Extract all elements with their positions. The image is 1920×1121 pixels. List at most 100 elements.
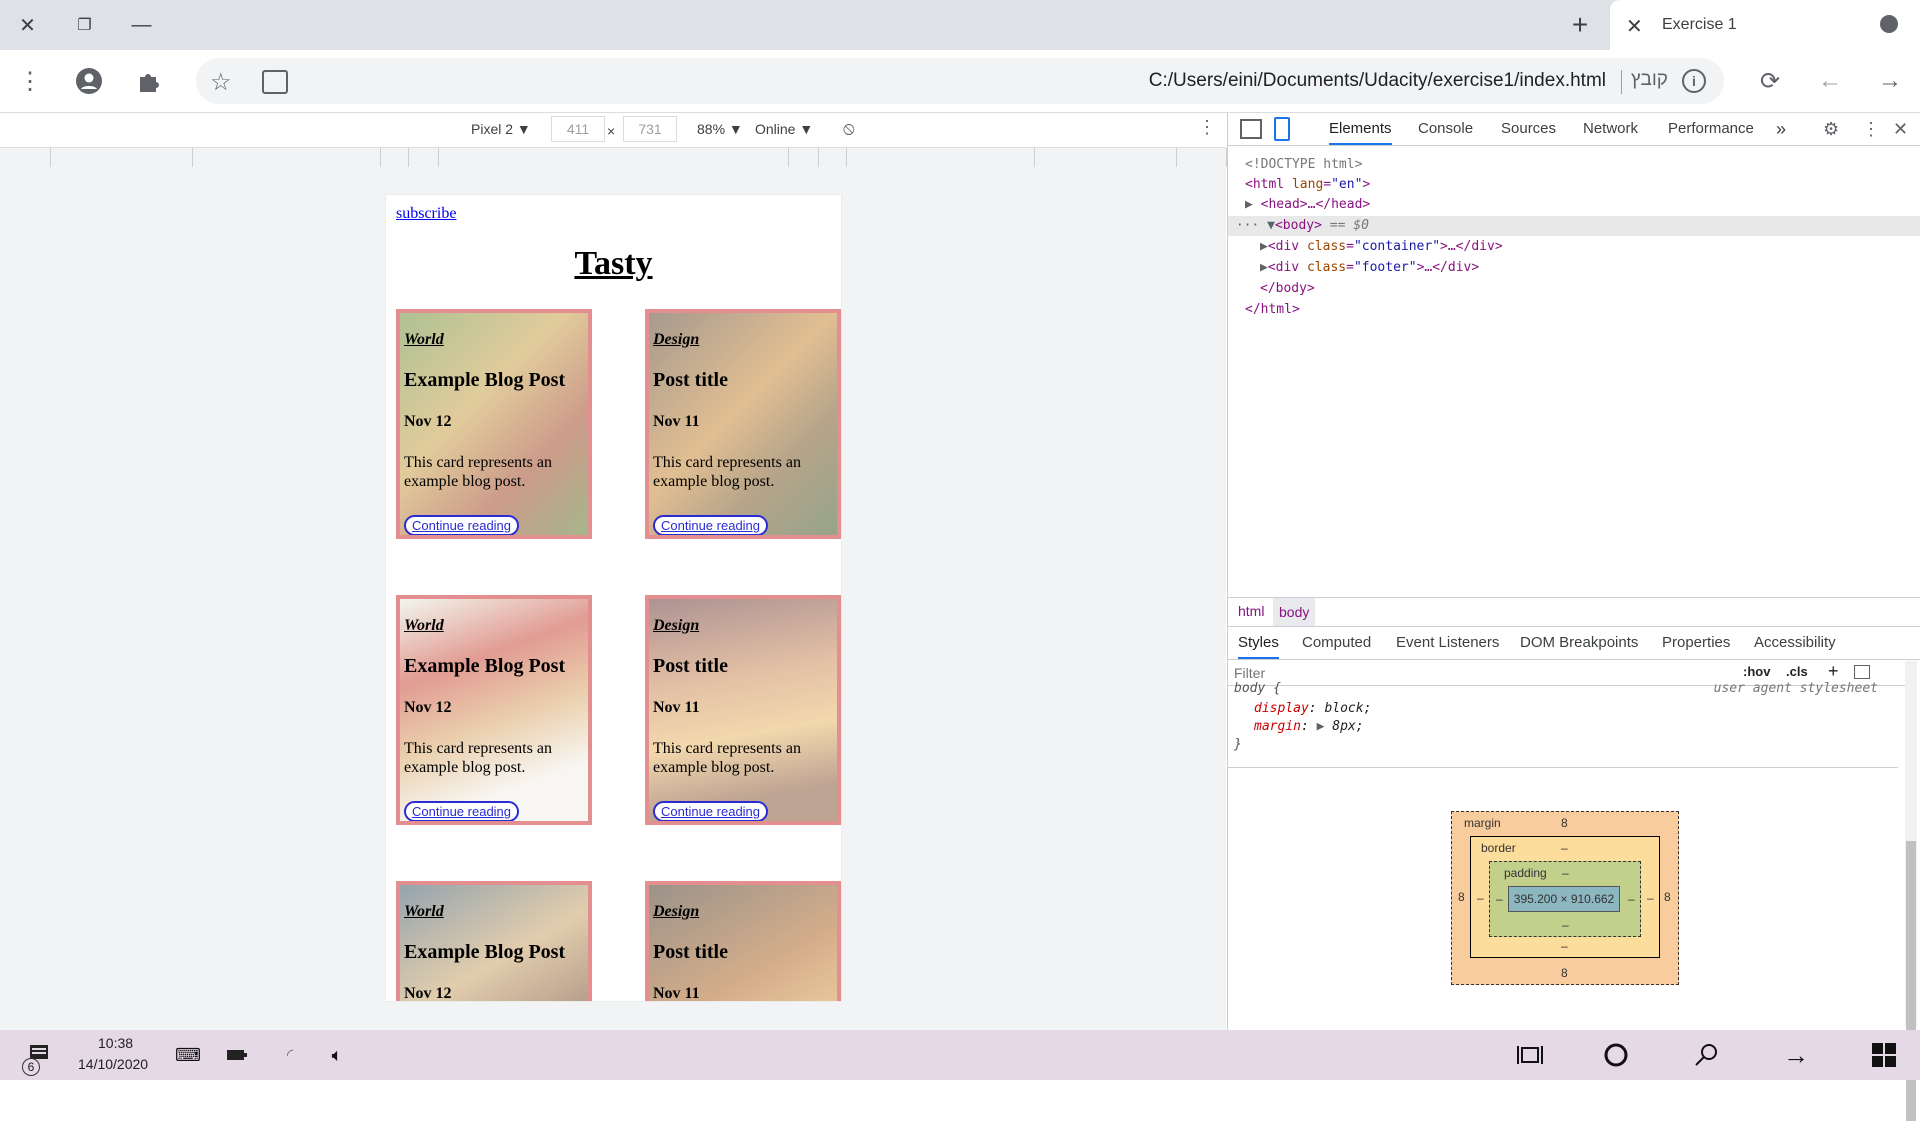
- tab-event-listeners[interactable]: Event Listeners: [1396, 627, 1499, 659]
- rule-margin[interactable]: margin: ▶ 8px;: [1254, 719, 1364, 734]
- padding-top-value[interactable]: –: [1562, 866, 1569, 880]
- translate-icon[interactable]: [262, 70, 288, 94]
- site-brand[interactable]: Tasty: [386, 245, 841, 283]
- breadcrumb-html[interactable]: html: [1238, 603, 1264, 619]
- dom-body-selected[interactable]: ··· ▼<body> == $0: [1228, 216, 1920, 236]
- windows-start-icon[interactable]: [1864, 1030, 1904, 1080]
- tab-styles[interactable]: Styles: [1238, 627, 1279, 659]
- box-model-padding[interactable]: padding – – – – 395.200 × 910.662: [1489, 861, 1641, 937]
- forward-arrow-icon[interactable]: →: [1865, 50, 1915, 112]
- cls-toggle[interactable]: .cls: [1786, 664, 1808, 679]
- toggle-sidebar-icon[interactable]: [1854, 665, 1870, 679]
- battery-icon[interactable]: [222, 1030, 252, 1080]
- close-devtools-icon[interactable]: ✕: [1893, 113, 1908, 145]
- border-left-value[interactable]: –: [1477, 891, 1484, 905]
- border-bottom-value[interactable]: –: [1561, 939, 1568, 953]
- inspect-element-icon[interactable]: [1240, 119, 1262, 139]
- clock-date[interactable]: 14/10/2020: [78, 1056, 148, 1072]
- cortana-icon[interactable]: [1596, 1030, 1636, 1080]
- url-text[interactable]: C:/Users/eini/Documents/Udacity/exercise…: [1149, 70, 1606, 92]
- tab-dom-breakpoints[interactable]: DOM Breakpoints: [1520, 627, 1638, 659]
- new-rule-icon[interactable]: +: [1828, 661, 1839, 682]
- search-icon[interactable]: [1686, 1030, 1726, 1080]
- device-select[interactable]: Pixel 2 ▼: [471, 121, 531, 137]
- dom-html-close[interactable]: </html>: [1245, 300, 1300, 320]
- dom-body-close[interactable]: </body>: [1260, 279, 1315, 299]
- keyboard-icon[interactable]: ⌨: [170, 1030, 206, 1080]
- dom-div-footer[interactable]: ▶<div class="footer">…</div>: [1260, 258, 1479, 278]
- box-model-border[interactable]: border – – – – padding – – – – 395.200 ×…: [1470, 836, 1660, 958]
- site-info-icon[interactable]: i: [1682, 69, 1706, 93]
- reload-icon[interactable]: ⟳: [1745, 50, 1795, 112]
- rotate-icon[interactable]: ⦸: [843, 118, 855, 139]
- breadcrumb-body[interactable]: body: [1273, 598, 1316, 626]
- margin-top-value[interactable]: 8: [1561, 816, 1568, 830]
- card-category[interactable]: World: [404, 331, 444, 349]
- subscribe-link[interactable]: subscribe: [396, 205, 456, 223]
- new-tab-button[interactable]: +: [1550, 0, 1610, 50]
- restore-window-icon[interactable]: ❐: [57, 0, 112, 50]
- padding-left-value[interactable]: –: [1496, 892, 1503, 906]
- continue-reading-button[interactable]: Continue reading: [653, 515, 769, 535]
- tab-console[interactable]: Console: [1418, 113, 1473, 145]
- width-input[interactable]: 411: [551, 116, 605, 142]
- tab-computed[interactable]: Computed: [1302, 627, 1371, 659]
- zoom-select[interactable]: 88% ▼: [697, 121, 743, 137]
- margin-bottom-value[interactable]: 8: [1561, 966, 1568, 980]
- tab-properties[interactable]: Properties: [1662, 627, 1730, 659]
- device-menu-icon[interactable]: ⋮: [1198, 117, 1216, 138]
- settings-gear-icon[interactable]: ⚙: [1823, 113, 1839, 145]
- filter-input[interactable]: [1232, 661, 1736, 685]
- task-view-icon[interactable]: [1510, 1030, 1550, 1080]
- tab-accessibility[interactable]: Accessibility: [1754, 627, 1836, 659]
- more-tabs-icon[interactable]: »: [1776, 113, 1786, 145]
- minimize-window-icon[interactable]: —: [114, 0, 169, 50]
- margin-right-value[interactable]: 8: [1664, 890, 1671, 904]
- border-right-value[interactable]: –: [1647, 891, 1654, 905]
- profile-icon[interactable]: [64, 50, 114, 112]
- tab-network[interactable]: Network: [1583, 113, 1638, 145]
- border-top-value[interactable]: –: [1561, 841, 1568, 855]
- dom-html[interactable]: <html lang="en">: [1245, 175, 1370, 195]
- dom-head[interactable]: ▶ <head>…</head>: [1245, 195, 1370, 215]
- continue-reading-button[interactable]: Continue reading: [404, 515, 520, 535]
- margin-left-value[interactable]: 8: [1458, 890, 1465, 904]
- hov-toggle[interactable]: :hov: [1743, 664, 1770, 679]
- padding-bottom-value[interactable]: –: [1562, 918, 1569, 932]
- padding-right-value[interactable]: –: [1628, 892, 1635, 906]
- card-category[interactable]: World: [404, 617, 444, 635]
- address-bar[interactable]: ☆ C:/Users/eini/Documents/Udacity/exerci…: [196, 58, 1724, 104]
- continue-reading-button[interactable]: Continue reading: [404, 801, 520, 821]
- close-tab-icon[interactable]: ✕: [1626, 14, 1643, 39]
- styles-scrollbar[interactable]: [1905, 661, 1917, 1121]
- tab-sources[interactable]: Sources: [1501, 113, 1556, 145]
- card-category[interactable]: Design: [653, 903, 699, 921]
- tab-elements[interactable]: Elements: [1329, 113, 1392, 145]
- box-model-margin[interactable]: margin 8 8 8 8 border – – – – padding – …: [1451, 811, 1679, 985]
- device-toggle-icon[interactable]: [1274, 117, 1290, 141]
- dom-doctype[interactable]: <!DOCTYPE html>: [1245, 155, 1362, 175]
- back-arrow-icon[interactable]: ←: [1805, 50, 1855, 112]
- arrow-right-icon[interactable]: →: [1776, 1030, 1816, 1080]
- card-category[interactable]: Design: [653, 617, 699, 635]
- rule-selector[interactable]: body {: [1234, 681, 1281, 696]
- volume-icon[interactable]: 🔈︎: [322, 1030, 352, 1080]
- box-model-content[interactable]: 395.200 × 910.662: [1508, 886, 1620, 912]
- height-input[interactable]: 731: [623, 116, 677, 142]
- menu-kebab-icon[interactable]: ⋮: [5, 50, 55, 112]
- card-category[interactable]: Design: [653, 331, 699, 349]
- rule-display[interactable]: display: block;: [1254, 701, 1371, 716]
- bookmark-star-icon[interactable]: ☆: [210, 68, 232, 97]
- dom-div-container[interactable]: ▶<div class="container">…</div>: [1260, 237, 1503, 257]
- clock-time[interactable]: 10:38: [98, 1035, 133, 1051]
- browser-tab[interactable]: ✕ Exercise 1: [1610, 0, 1920, 50]
- close-window-icon[interactable]: ✕: [0, 0, 55, 50]
- devtools-menu-icon[interactable]: ⋮: [1862, 113, 1880, 145]
- tab-performance[interactable]: Performance: [1668, 113, 1754, 145]
- media-query-bar[interactable]: [0, 147, 1227, 168]
- network-select[interactable]: Online ▼: [755, 121, 813, 137]
- extensions-icon[interactable]: [124, 50, 174, 112]
- card-category[interactable]: World: [404, 903, 444, 921]
- wifi-icon[interactable]: ◜: [275, 1030, 305, 1080]
- continue-reading-button[interactable]: Continue reading: [653, 801, 769, 821]
